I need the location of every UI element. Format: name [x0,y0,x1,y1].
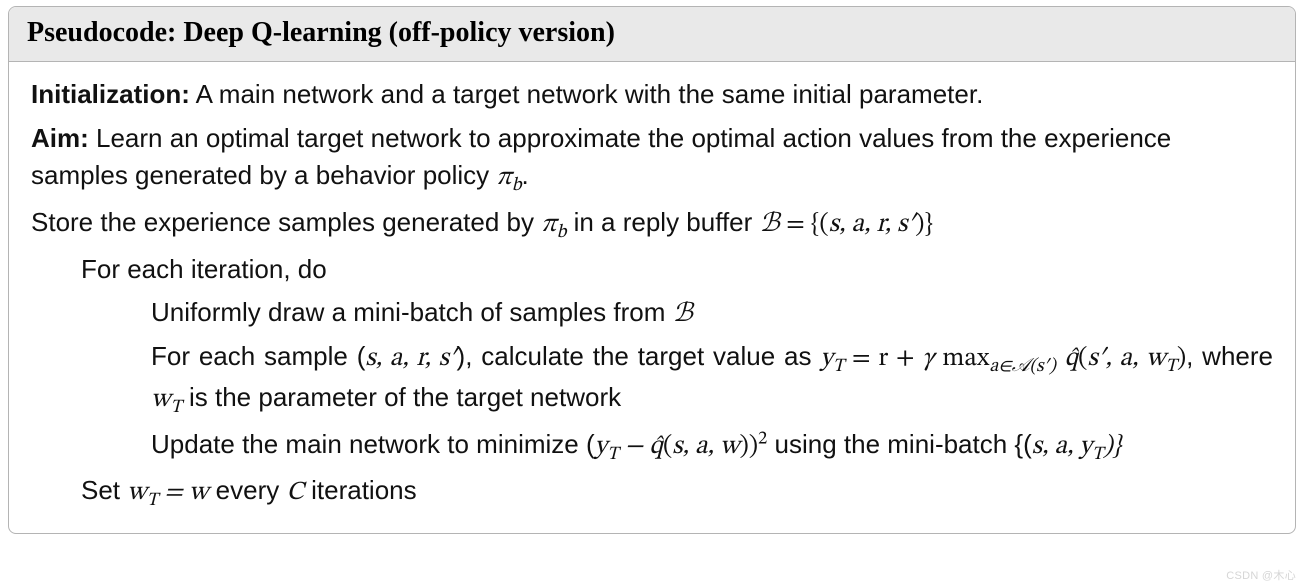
set-pre: Set [81,475,127,505]
w: w [189,480,208,506]
buffer-def: = {(s, a, r, s′)} [780,212,933,238]
period: . [522,160,529,190]
C: C [286,480,303,506]
algorithm-header: Pseudocode: Deep Q-learning (off-policy … [9,7,1295,62]
initialization-label: Initialization: [31,79,190,109]
store-mid: in a reply buffer [566,207,759,237]
where-pre: , where [1186,341,1273,371]
mini-tuple: s, a, yT [1032,434,1104,460]
draw-minibatch-line: Uniformly draw a mini-batch of samples f… [31,294,1273,332]
where-post: is the parameter of the target network [182,382,621,412]
algorithm-box: Pseudocode: Deep Q-learning (off-policy … [8,6,1296,534]
pi-b-symbol: πb [496,165,521,191]
store-line: Store the experience samples generated b… [31,204,1273,245]
aim-text: Learn an optimal target network to appro… [31,123,1171,191]
update-line: Update the main network to minimize (yT … [31,426,1273,467]
eq-r-plus: = r + [844,346,922,372]
w-T-3: wT [127,480,158,506]
watermark: CSDN @木心 [1226,567,1296,583]
sample-tuple: s, a, r, s′ [365,346,456,372]
for-each-iteration-line: For each iteration, do [31,251,1273,289]
minus: − [618,434,649,460]
w-T: wT [151,387,182,413]
aim-label: Aim: [31,123,89,153]
set-mid: every [208,475,286,505]
update-post: using the mini-batch {( [767,429,1031,459]
update-close: )} [1103,434,1121,460]
algorithm-title: Pseudocode: Deep Q-learning (off-policy … [27,17,615,48]
aim-line: Aim: Learn an optimal target network to … [31,120,1273,198]
y-T: yT [820,346,844,372]
initialization-text: A main network and a target network with… [190,79,983,109]
set-post: iterations [304,475,417,505]
max-op: maxa∈𝒜(s′) [935,346,1056,372]
initialization-line: Initialization: A main network and a tar… [31,76,1273,114]
target-value-line: For each sample (s, a, r, s′), calculate… [31,338,1273,419]
buffer-symbol-2: ℬ [673,298,693,327]
gamma: γ [922,346,934,372]
draw-pre: Uniformly draw a mini-batch of samples f… [151,297,673,327]
update-pre: Update the main network to minimize ( [151,429,595,459]
sample-mid: ), calculate the target value as [457,341,821,371]
pi-b-symbol-2: πb [541,212,566,238]
set-line: Set wT = w every C iterations [31,472,1273,513]
qhat-1: q̂(s′, a, wT) [1065,346,1187,372]
set-eq: = [158,480,189,506]
qhat-2: q̂(s, a, w))2 [649,434,767,460]
sample-pre: For each sample ( [151,341,365,371]
buffer-symbol: ℬ [760,208,780,237]
y-T-2: yT [595,434,619,460]
algorithm-body: Initialization: A main network and a tar… [9,62,1295,533]
store-pre: Store the experience samples generated b… [31,207,541,237]
